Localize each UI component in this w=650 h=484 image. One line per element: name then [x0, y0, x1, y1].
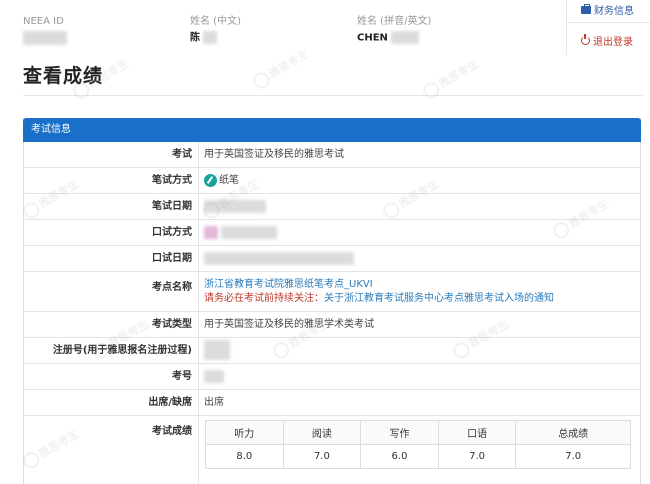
- row-exam-type: 考试类型 用于英国签证及移民的雅思学术类考试: [24, 312, 640, 338]
- reg-no-cell: [198, 338, 640, 363]
- row-candidate-number: 考号: [24, 364, 640, 390]
- scores-label: 考试成绩: [152, 426, 192, 437]
- name-cn-value: 陈: [190, 32, 200, 44]
- written-date-label: 笔试日期: [152, 201, 192, 212]
- logout-link[interactable]: 退出登录: [567, 33, 650, 48]
- written-method-value: 纸笔: [219, 175, 239, 186]
- row-written-method: 笔试方式 纸笔: [24, 168, 640, 194]
- reg-no-redacted: [204, 340, 230, 360]
- reg-no-label: 注册号(用于雅思报名注册过程): [52, 345, 192, 356]
- name-cn-field: 姓名 (中文) 陈: [190, 16, 241, 46]
- finance-label: 财务信息: [594, 6, 634, 17]
- score-header-writing: 写作: [360, 420, 439, 445]
- oral-method-redacted: [221, 225, 278, 239]
- score-reading: 7.0: [282, 444, 362, 469]
- name-en-field: 姓名 (拼音/英文) CHEN: [357, 16, 431, 46]
- logout-label: 退出登录: [593, 37, 633, 48]
- exam-label: 考试: [172, 149, 192, 160]
- score-table: 听力 阅读 写作 口语 总成绩 8.0 7.0 6.0 7.0 7.0: [205, 420, 631, 469]
- side-nav: 财务信息 退出登录: [566, 0, 650, 55]
- candidate-no-cell: [198, 364, 640, 389]
- name-cn-label: 姓名 (中文): [190, 16, 241, 27]
- written-date-redacted: [204, 199, 266, 213]
- neea-id-field: NEEA ID: [23, 16, 67, 46]
- written-date-cell: [198, 194, 640, 219]
- score-listening: 8.0: [205, 444, 284, 469]
- page-title: 查看成绩: [23, 65, 104, 87]
- pen-icon: [204, 173, 217, 187]
- name-cn-redacted: [203, 31, 218, 44]
- row-attendance: 出席/缺席 出席: [24, 390, 640, 416]
- neea-id-redacted: [23, 31, 67, 45]
- header: NEEA ID 姓名 (中文) 陈 姓名 (拼音/英文) CHEN: [0, 0, 650, 52]
- test-center-link[interactable]: 浙江省教育考试院雅思纸笔考点_UKVI: [204, 279, 373, 290]
- watermark: 雅思考生: [250, 46, 312, 92]
- oral-method-icon-redacted: [204, 225, 218, 239]
- row-scores: 考试成绩 听力 阅读 写作 口语 总成绩 8.0 7.0 6.0 7.0 7.0: [24, 416, 640, 484]
- title-divider: [23, 95, 643, 96]
- score-header-speaking: 口语: [437, 420, 517, 445]
- oral-date-redacted: [204, 251, 354, 265]
- side-divider: [567, 22, 650, 23]
- test-center-label: 考点名称: [152, 282, 192, 293]
- row-written-date: 笔试日期: [24, 194, 640, 220]
- notice-link[interactable]: 关于浙江教育考试服务中心考点雅思考试入场的通知: [324, 293, 554, 304]
- row-oral-date: 口试日期: [24, 246, 640, 272]
- oral-date-cell: [198, 246, 640, 271]
- score-speaking: 7.0: [437, 444, 517, 469]
- neea-id-label: NEEA ID: [23, 16, 64, 27]
- score-header-overall: 总成绩: [515, 420, 631, 445]
- attendance-label: 出席/缺席: [148, 397, 192, 408]
- scores-cell: 听力 阅读 写作 口语 总成绩 8.0 7.0 6.0 7.0 7.0: [198, 416, 640, 484]
- power-icon: [581, 34, 590, 45]
- exam-type-value: 用于英国签证及移民的雅思学术类考试: [198, 312, 640, 337]
- finance-link[interactable]: 财务信息: [567, 2, 650, 17]
- score-header-listening: 听力: [205, 420, 284, 445]
- exam-info-panel: 考试信息 考试 用于英国签证及移民的雅思考试 笔试方式 纸笔 笔试日期 口试方式…: [23, 118, 641, 484]
- written-method-cell: 纸笔: [198, 168, 640, 193]
- name-en-value: CHEN: [357, 32, 388, 44]
- exam-value: 用于英国签证及移民的雅思考试: [198, 142, 640, 167]
- row-registration-number: 注册号(用于雅思报名注册过程): [24, 338, 640, 364]
- candidate-no-redacted: [204, 369, 224, 383]
- notice-prefix: 请务必在考试前持续关注：: [204, 293, 324, 304]
- oral-method-cell: [198, 220, 640, 245]
- row-test-center: 考点名称 浙江省教育考试院雅思纸笔考点_UKVI 请务必在考试前持续关注：关于浙…: [24, 272, 640, 312]
- row-exam: 考试 用于英国签证及移民的雅思考试: [24, 142, 640, 168]
- oral-date-label: 口试日期: [152, 253, 192, 264]
- name-en-label: 姓名 (拼音/英文): [357, 16, 432, 27]
- panel-title: 考试信息: [23, 118, 641, 142]
- score-value-row: 8.0 7.0 6.0 7.0 7.0: [205, 444, 631, 469]
- score-writing: 6.0: [360, 444, 439, 469]
- name-en-redacted: [391, 31, 420, 44]
- score-header-reading: 阅读: [282, 420, 362, 445]
- briefcase-icon: [581, 3, 591, 14]
- oral-method-label: 口试方式: [152, 227, 192, 238]
- test-center-cell: 浙江省教育考试院雅思纸笔考点_UKVI 请务必在考试前持续关注：关于浙江教育考试…: [198, 272, 640, 311]
- row-oral-method: 口试方式: [24, 220, 640, 246]
- score-overall: 7.0: [515, 444, 631, 469]
- score-header-row: 听力 阅读 写作 口语 总成绩: [205, 420, 631, 445]
- attendance-value: 出席: [198, 390, 640, 415]
- candidate-no-label: 考号: [172, 371, 192, 382]
- written-method-label: 笔试方式: [152, 175, 192, 186]
- exam-type-label: 考试类型: [152, 319, 192, 330]
